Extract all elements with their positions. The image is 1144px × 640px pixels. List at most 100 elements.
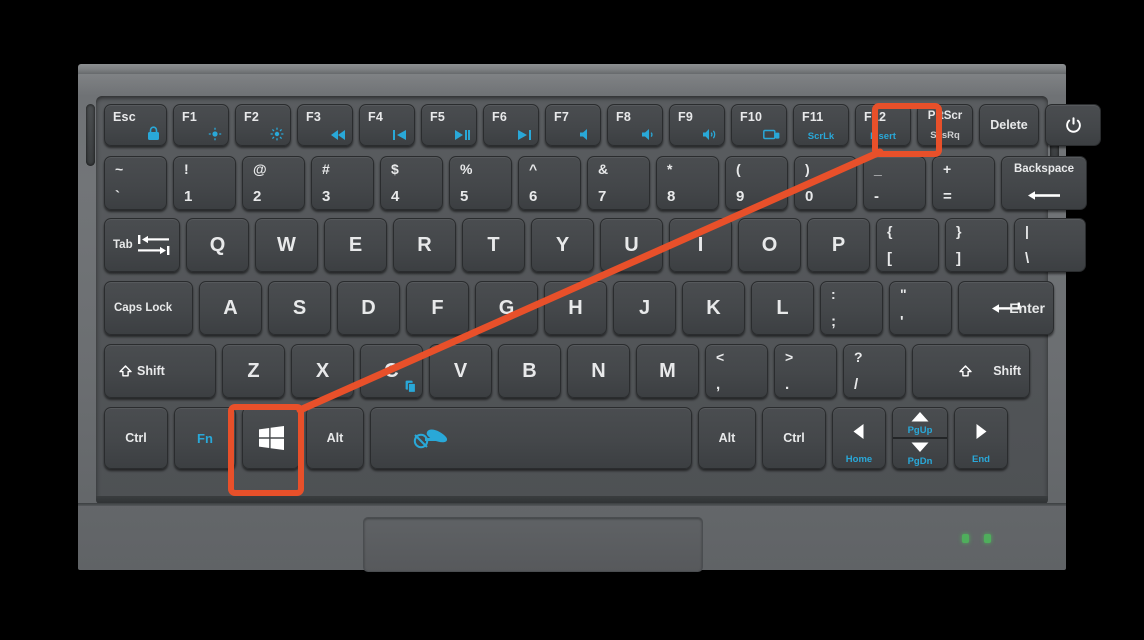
key-v[interactable]: V <box>429 344 492 398</box>
key-i[interactable]: I <box>669 218 732 272</box>
key-minus[interactable]: _ - <box>863 156 926 210</box>
key-r-label: R <box>417 233 432 256</box>
key-7[interactable]: & 7 <box>587 156 650 210</box>
key-f7[interactable]: F7 <box>545 104 601 146</box>
key-fn-label: Fn <box>197 430 213 446</box>
key-quote[interactable]: " ' <box>889 281 952 335</box>
key-esc[interactable]: Esc <box>104 104 167 146</box>
key-u-label: U <box>624 233 639 256</box>
key-a[interactable]: A <box>199 281 262 335</box>
key-s[interactable]: S <box>268 281 331 335</box>
key-tilde-base-label: ` <box>115 188 120 205</box>
key-f9-label: F9 <box>678 110 693 124</box>
key-p[interactable]: P <box>807 218 870 272</box>
key-semicolon-base-label: ; <box>831 313 836 330</box>
key-6[interactable]: ^ 6 <box>518 156 581 210</box>
key-space[interactable] <box>370 407 692 469</box>
key-alt-right[interactable]: Alt <box>698 407 756 469</box>
key-u[interactable]: U <box>600 218 663 272</box>
key-slash[interactable]: ? / <box>843 344 906 398</box>
key-3-shift-label: # <box>322 161 330 177</box>
key-o-label: O <box>761 233 778 256</box>
trackpad[interactable] <box>363 517 703 572</box>
key-caps-lock[interactable]: Caps Lock <box>104 281 193 335</box>
key-d[interactable]: D <box>337 281 400 335</box>
key-tilde[interactable]: ~ ` <box>104 156 167 210</box>
key-g[interactable]: G <box>475 281 538 335</box>
key-n[interactable]: N <box>567 344 630 398</box>
key-windows[interactable] <box>242 407 300 469</box>
key-f[interactable]: F <box>406 281 469 335</box>
key-ctrl-right[interactable]: Ctrl <box>762 407 826 469</box>
key-8[interactable]: * 8 <box>656 156 719 210</box>
key-k[interactable]: K <box>682 281 745 335</box>
key-alt-left-label: Alt <box>326 431 344 445</box>
key-tab[interactable]: Tab <box>104 218 180 272</box>
key-f4[interactable]: F4 <box>359 104 415 146</box>
key-r[interactable]: R <box>393 218 456 272</box>
key-arrow-updown[interactable]: PgUp PgDn <box>892 407 948 469</box>
key-0[interactable]: ) 0 <box>794 156 857 210</box>
key-3[interactable]: # 3 <box>311 156 374 210</box>
key-enter[interactable]: Enter <box>958 281 1054 335</box>
key-b[interactable]: B <box>498 344 561 398</box>
key-delete[interactable]: Delete <box>979 104 1039 146</box>
key-f3[interactable]: F3 <box>297 104 353 146</box>
key-backspace[interactable]: Backspace <box>1001 156 1087 210</box>
key-f9[interactable]: F9 <box>669 104 725 146</box>
key-semicolon[interactable]: : ; <box>820 281 883 335</box>
key-prtscr[interactable]: PrtScr SysRq <box>917 104 973 146</box>
key-f8[interactable]: F8 <box>607 104 663 146</box>
key-alt-left[interactable]: Alt <box>306 407 364 469</box>
key-h[interactable]: H <box>544 281 607 335</box>
key-backslash[interactable]: | \ <box>1014 218 1086 272</box>
key-arrow-left[interactable]: Home <box>832 407 886 469</box>
key-bracket-right[interactable]: } ] <box>945 218 1008 272</box>
key-6-shift-label: ^ <box>529 161 538 177</box>
key-9-base-label: 9 <box>736 188 745 205</box>
key-4[interactable]: $ 4 <box>380 156 443 210</box>
next-track-icon <box>516 129 532 141</box>
key-f12-label: F12 <box>864 110 887 124</box>
key-ctrl-left[interactable]: Ctrl <box>104 407 168 469</box>
key-equals[interactable]: + = <box>932 156 995 210</box>
key-q[interactable]: Q <box>186 218 249 272</box>
key-shift-right[interactable]: Shift <box>912 344 1030 398</box>
key-t[interactable]: T <box>462 218 525 272</box>
key-9[interactable]: ( 9 <box>725 156 788 210</box>
key-power[interactable] <box>1045 104 1101 146</box>
key-arrow-down[interactable]: PgDn <box>893 439 947 468</box>
key-q-label: Q <box>209 233 226 256</box>
key-x[interactable]: X <box>291 344 354 398</box>
key-z[interactable]: Z <box>222 344 285 398</box>
key-arrow-right[interactable]: End <box>954 407 1008 469</box>
key-f1[interactable]: F1 <box>173 104 229 146</box>
key-quote-shift-label: " <box>900 286 907 302</box>
key-o[interactable]: O <box>738 218 801 272</box>
key-y[interactable]: Y <box>531 218 594 272</box>
key-shift-left[interactable]: Shift <box>104 344 216 398</box>
key-5[interactable]: % 5 <box>449 156 512 210</box>
key-bracket-right-base-label: ] <box>956 250 961 267</box>
key-fn[interactable]: Fn <box>174 407 236 469</box>
key-l[interactable]: L <box>751 281 814 335</box>
key-bracket-left[interactable]: { [ <box>876 218 939 272</box>
key-period[interactable]: > . <box>774 344 837 398</box>
key-f5[interactable]: F5 <box>421 104 477 146</box>
key-comma[interactable]: < , <box>705 344 768 398</box>
key-f10[interactable]: F10 <box>731 104 787 146</box>
key-j[interactable]: J <box>613 281 676 335</box>
screenshot-stage: Esc F1 F2 F3 F4 F5 F6 F7 F8 F9 F10 F11 S… <box>0 0 1144 640</box>
key-f12[interactable]: F12 Insert <box>855 104 911 146</box>
key-w[interactable]: W <box>255 218 318 272</box>
key-m[interactable]: M <box>636 344 699 398</box>
key-f2[interactable]: F2 <box>235 104 291 146</box>
key-2[interactable]: @ 2 <box>242 156 305 210</box>
key-bracket-right-shift-label: } <box>956 223 962 239</box>
key-e[interactable]: E <box>324 218 387 272</box>
key-arrow-up[interactable]: PgUp <box>893 408 947 439</box>
key-f6[interactable]: F6 <box>483 104 539 146</box>
key-c[interactable]: C <box>360 344 423 398</box>
key-1[interactable]: ! 1 <box>173 156 236 210</box>
key-f11[interactable]: F11 ScrLk <box>793 104 849 146</box>
